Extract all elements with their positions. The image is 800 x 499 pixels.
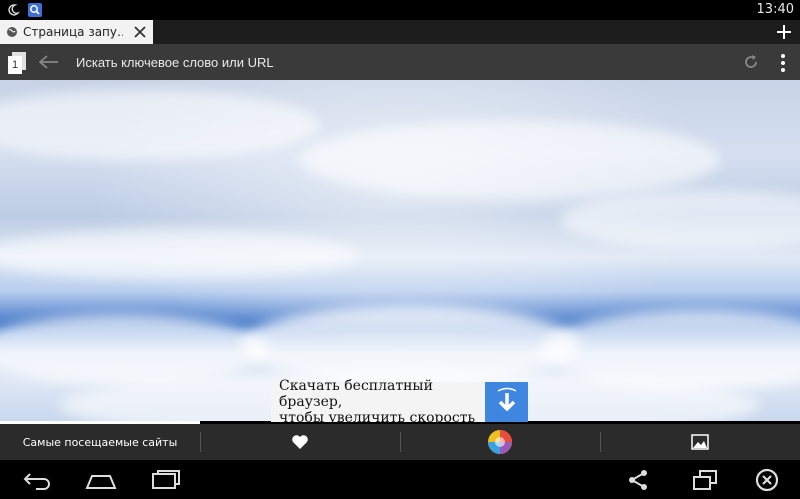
colorful-ball-icon bbox=[488, 430, 512, 454]
status-bar: 13:40 bbox=[0, 0, 800, 20]
globe-icon bbox=[7, 27, 17, 37]
promo-text-line1: Скачать бесплатный браузер, bbox=[279, 378, 433, 410]
clock: 13:40 bbox=[756, 2, 794, 17]
share-icon[interactable] bbox=[626, 468, 650, 492]
heart-icon bbox=[292, 435, 308, 449]
tabs-count-number: 1 bbox=[12, 59, 19, 71]
image-icon bbox=[691, 434, 709, 450]
cloud bbox=[560, 190, 800, 250]
system-navigation-bar bbox=[0, 460, 800, 499]
back-nav-icon[interactable] bbox=[22, 468, 52, 492]
tabs-count-button[interactable]: 1 bbox=[8, 52, 26, 74]
start-page-wallpaper bbox=[0, 80, 800, 421]
download-arrow-icon bbox=[497, 387, 516, 411]
plus-icon[interactable] bbox=[776, 24, 792, 40]
favorites-tab[interactable] bbox=[200, 424, 400, 460]
overflow-menu-icon[interactable] bbox=[776, 53, 790, 73]
most-visited-tab[interactable]: Самые посещаемые сайты bbox=[0, 424, 200, 460]
status-bar-icons bbox=[6, 3, 42, 17]
cloud bbox=[300, 120, 720, 200]
promo-text: Скачать бесплатный браузер, чтобы увелич… bbox=[271, 378, 484, 426]
recent-apps-icon[interactable] bbox=[150, 468, 182, 492]
download-button[interactable] bbox=[485, 382, 528, 422]
search-app-icon bbox=[28, 3, 42, 17]
address-bar: 1 bbox=[0, 44, 800, 80]
apps-tab[interactable] bbox=[400, 424, 600, 460]
home-icon[interactable] bbox=[84, 468, 118, 492]
reload-icon[interactable] bbox=[742, 53, 760, 71]
moon-icon bbox=[8, 4, 20, 16]
window-icon[interactable] bbox=[692, 468, 718, 492]
close-icon[interactable] bbox=[133, 25, 147, 39]
wallpaper-tab[interactable] bbox=[600, 424, 800, 460]
most-visited-label: Самые посещаемые сайты bbox=[22, 435, 178, 449]
tab-title: Страница запу… bbox=[23, 25, 123, 39]
url-input[interactable] bbox=[76, 53, 716, 71]
close-circle-icon[interactable] bbox=[754, 468, 780, 492]
arrow-left-icon[interactable] bbox=[38, 54, 60, 70]
start-page-bottom-bar: Самые посещаемые сайты bbox=[0, 424, 800, 460]
cloud bbox=[0, 230, 360, 280]
download-promo-banner[interactable]: Скачать бесплатный браузер, чтобы увелич… bbox=[271, 378, 528, 426]
tab-start-page[interactable]: Страница запу… bbox=[0, 20, 153, 44]
cloud bbox=[0, 90, 320, 160]
tab-bar: Страница запу… bbox=[0, 20, 800, 44]
